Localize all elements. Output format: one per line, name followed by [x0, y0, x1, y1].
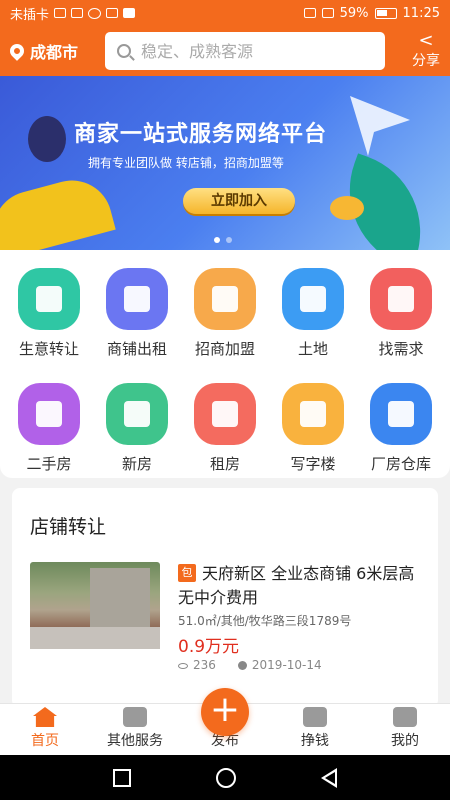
section-title: 店铺转让 — [30, 516, 107, 538]
door-icon — [106, 268, 168, 330]
category-label: 找需求 — [378, 340, 424, 358]
wifi-icon — [71, 8, 84, 18]
location-pin-icon — [7, 41, 27, 61]
category-item[interactable]: 招商加盟 — [181, 268, 269, 363]
views-stat: 236 — [178, 658, 216, 672]
banner-title: 商家一站式服务网络平台 — [74, 122, 328, 147]
system-nav-bar — [0, 755, 450, 800]
carousel-dot — [226, 237, 232, 243]
nav-label: 我的 — [391, 733, 419, 749]
person-head-illustration — [28, 116, 66, 162]
category-item[interactable]: 二手房 — [5, 383, 93, 478]
search-bar[interactable] — [105, 32, 385, 70]
app-icon — [106, 8, 119, 18]
category-item[interactable]: 厂房仓库 — [357, 383, 445, 478]
category-item[interactable]: 租房 — [181, 383, 269, 478]
battery-icon — [374, 7, 397, 19]
rent-building-icon — [194, 383, 256, 445]
category-label: 生意转让 — [18, 340, 79, 358]
house-icon — [18, 383, 80, 445]
money-bag-icon — [303, 707, 327, 727]
app-header: 成都市 < 分享 — [0, 26, 450, 76]
battery-percent: 59% — [339, 5, 369, 21]
nav-earn[interactable]: 挣钱 — [270, 704, 360, 755]
coin-illustration — [330, 196, 364, 220]
person-illustration — [0, 171, 116, 250]
land-icon — [282, 268, 344, 330]
factory-icon — [370, 383, 432, 445]
nav-label: 其他服务 — [107, 733, 163, 749]
post-date: 2019-10-14 — [251, 658, 322, 672]
banner-subtitle: 拥有专业团队做 转店铺，招商加盟等 — [88, 156, 284, 170]
document-icon — [370, 268, 432, 330]
handshake-icon — [194, 268, 256, 330]
listing-title: 天府新区 全业态商铺 6米层高 无中介费用 — [178, 564, 415, 607]
category-label: 二手房 — [26, 455, 72, 473]
clock-icon — [237, 661, 247, 670]
search-icon — [117, 44, 131, 58]
category-item[interactable]: 商铺出租 — [93, 268, 181, 363]
package-badge: 包 — [178, 564, 196, 582]
home-circle-icon[interactable] — [215, 767, 236, 788]
publish-button[interactable]: + — [201, 688, 249, 736]
nav-other-services[interactable]: 其他服务 — [90, 704, 180, 755]
clock-time: 11:25 — [402, 5, 440, 21]
category-item[interactable]: 新房 — [93, 383, 181, 478]
eye-icon — [303, 8, 316, 18]
eye-icon — [178, 662, 188, 669]
listing-price: 0.9万元 — [178, 637, 240, 657]
category-label: 写字楼 — [290, 455, 336, 473]
share-label: 分享 — [412, 53, 440, 69]
category-item[interactable]: 写字楼 — [269, 383, 357, 478]
recent-apps-icon[interactable] — [112, 768, 131, 787]
building-icon — [106, 383, 168, 445]
wechat-icon — [88, 7, 102, 19]
book-icon — [123, 8, 136, 18]
nav-label: 首页 — [31, 733, 59, 749]
views-count: 236 — [193, 658, 216, 672]
search-input[interactable] — [141, 41, 361, 61]
transfer-icon — [18, 268, 80, 330]
status-bar: 未插卡 59% 11:25 — [0, 0, 450, 26]
category-label: 厂房仓库 — [370, 455, 431, 473]
category-label: 商铺出租 — [106, 340, 167, 358]
nav-label: 挣钱 — [301, 733, 329, 749]
city-selector[interactable]: 成都市 — [7, 39, 100, 63]
category-item[interactable]: 找需求 — [357, 268, 445, 363]
category-item[interactable]: 生意转让 — [5, 268, 93, 363]
office-icon — [282, 383, 344, 445]
carousel-dots — [214, 237, 232, 243]
category-label: 租房 — [209, 455, 240, 473]
vibrate-icon — [321, 8, 334, 18]
listing-photo — [30, 562, 160, 649]
back-icon[interactable] — [321, 767, 338, 788]
city-name: 成都市 — [30, 43, 79, 62]
listing-card[interactable]: 天府新区 全业态商铺 6米层高 无中介费用 包 51.0㎡/其他/牧华路三段17… — [30, 562, 430, 678]
home-icon — [33, 707, 57, 727]
category-grid: 生意转让 商铺出租 招商加盟 土地 找需求 二手房 新房 租房 写字楼 厂房仓库 — [0, 250, 450, 478]
category-label: 土地 — [297, 340, 328, 358]
share-button[interactable]: < 分享 — [412, 32, 440, 70]
category-label: 新房 — [121, 455, 152, 473]
listing-meta: 51.0㎡/其他/牧华路三段1789号 — [178, 614, 352, 628]
shop-transfer-section: 店铺转让 天府新区 全业态商铺 6米层高 无中介费用 包 51.0㎡/其他/牧华… — [12, 488, 438, 708]
carrier-text: 未插卡 — [10, 7, 50, 23]
grid-icon — [123, 707, 147, 727]
paper-plane-illustration — [350, 96, 410, 156]
sim-icon — [54, 8, 67, 18]
promo-banner[interactable]: 商家一站式服务网络平台 拥有专业团队做 转店铺，招商加盟等 立即加入 — [0, 76, 450, 250]
category-label: 招商加盟 — [194, 340, 255, 358]
nav-home[interactable]: 首页 — [0, 704, 90, 755]
nav-mine[interactable]: 我的 — [360, 704, 450, 755]
join-now-button[interactable]: 立即加入 — [183, 188, 295, 214]
listing-stats: 236 2019-10-14 — [178, 658, 322, 672]
carousel-dot-active — [214, 237, 220, 243]
date-stat: 2019-10-14 — [237, 658, 322, 672]
user-icon — [393, 707, 417, 727]
category-item[interactable]: 土地 — [269, 268, 357, 363]
share-icon: < — [418, 30, 434, 51]
